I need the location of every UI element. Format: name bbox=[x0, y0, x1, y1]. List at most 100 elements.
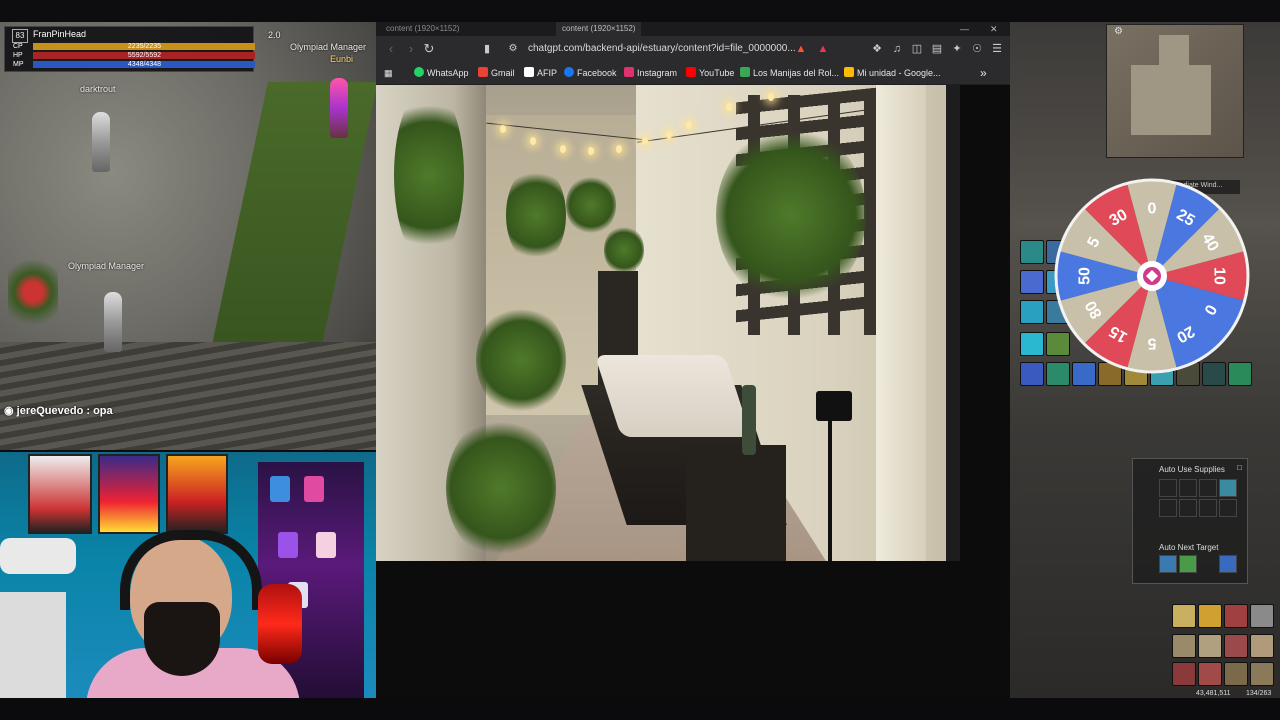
forward-icon[interactable]: › bbox=[402, 40, 420, 58]
supply-slot[interactable] bbox=[1219, 499, 1237, 517]
player-level: 83 bbox=[12, 29, 28, 43]
npc-label-darktrout: darktrout bbox=[80, 84, 116, 94]
hp-bar-value: 5592/5592 bbox=[127, 52, 161, 59]
game-viewport-left[interactable] bbox=[0, 22, 376, 450]
level-indicator: 2.0 bbox=[268, 30, 281, 40]
streamer-beard bbox=[144, 602, 220, 676]
skill-slot[interactable] bbox=[1020, 300, 1044, 324]
npc-eunbi[interactable] bbox=[330, 78, 348, 138]
flower-bed bbox=[8, 252, 58, 332]
vpn-icon[interactable]: ☉ bbox=[970, 42, 984, 56]
extensions-icon[interactable]: ❖ bbox=[870, 42, 884, 56]
minimize-icon[interactable]: — bbox=[960, 22, 969, 36]
menu-icon[interactable]: ☰ bbox=[990, 42, 1004, 56]
supply-slot[interactable] bbox=[1179, 499, 1197, 517]
menu-slot-icon[interactable] bbox=[1224, 634, 1248, 658]
brave-shield-icon[interactable]: ▲ bbox=[794, 42, 808, 56]
lamp bbox=[0, 538, 76, 574]
wheel-segment-label: 10 bbox=[1210, 267, 1227, 285]
apps-icon[interactable]: ▦ bbox=[384, 66, 393, 80]
supply-slot[interactable] bbox=[1179, 479, 1197, 497]
npc-darktrout[interactable] bbox=[92, 112, 110, 172]
player-status-panel: 83 FranPinHead CP 2235/2235 HP 5592/5592… bbox=[4, 26, 255, 72]
url-text[interactable]: chatgpt.com/backend-api/estuary/content?… bbox=[528, 43, 796, 54]
menu-slot-icon[interactable] bbox=[1198, 662, 1222, 686]
bookmarks-bar: ▦ WhatsApp Gmail AFIP Facebook Instagram… bbox=[376, 62, 1010, 85]
bookmark-instagram[interactable]: Instagram bbox=[624, 66, 677, 80]
skill-slot[interactable] bbox=[1020, 240, 1044, 264]
bookmark-mi-unidad[interactable]: Mi unidad - Google... bbox=[844, 66, 941, 80]
shop-icon[interactable] bbox=[1224, 604, 1248, 628]
sidebar-icon[interactable]: ◫ bbox=[910, 42, 924, 56]
prize-wheel[interactable]: 2540100205158050530 0 bbox=[1054, 178, 1250, 374]
tab-strip: content (1920×1152) content (1920×1152) … bbox=[376, 22, 1010, 36]
auto-use-title: Auto Use Supplies bbox=[1159, 465, 1225, 474]
headphones bbox=[120, 530, 262, 610]
hp-bar-label: HP bbox=[13, 52, 23, 59]
menu-slot-icon[interactable] bbox=[1198, 634, 1222, 658]
supply-slot[interactable] bbox=[1219, 479, 1237, 497]
target-slot[interactable] bbox=[1219, 555, 1237, 573]
reload-icon[interactable]: ↻ bbox=[420, 40, 438, 58]
menu-slot-icon[interactable] bbox=[1172, 662, 1196, 686]
tab-content-1[interactable]: content (1920×1152) bbox=[380, 22, 465, 36]
minimap-settings-icon[interactable]: ⚙ bbox=[1114, 26, 1123, 37]
leo-icon[interactable]: ✦ bbox=[950, 42, 964, 56]
npc-knight[interactable] bbox=[104, 292, 122, 352]
chat-icon: ◉ bbox=[4, 405, 14, 417]
wallet-icon[interactable]: ▤ bbox=[930, 42, 944, 56]
cp-bar-value: 2235/2235 bbox=[127, 43, 161, 50]
wheel-segment-label: 5 bbox=[1147, 334, 1156, 351]
auto-target-title: Auto Next Target bbox=[1159, 543, 1219, 552]
wheel-segment-label: 50 bbox=[1077, 267, 1094, 285]
bookmark-los-manijas[interactable]: Los Manijas del Rol... bbox=[740, 66, 839, 80]
chat-text: jereQuevedo : opa bbox=[16, 405, 113, 417]
menu-slot-icon[interactable] bbox=[1224, 662, 1248, 686]
back-icon[interactable]: ‹ bbox=[382, 40, 400, 58]
supply-slot[interactable] bbox=[1199, 479, 1217, 497]
supply-slot[interactable] bbox=[1159, 479, 1177, 497]
poster-it bbox=[28, 454, 92, 534]
navigation-bar: ‹ › ↻ ▮ ⚙ chatgpt.com/backend-api/estuar… bbox=[376, 36, 1010, 62]
target-slot[interactable] bbox=[1159, 555, 1177, 573]
minimap[interactable] bbox=[1106, 24, 1244, 158]
mp-bar-value: 4348/4348 bbox=[127, 61, 161, 68]
poster-ghost bbox=[166, 454, 228, 534]
bookmark-whatsapp[interactable]: WhatsApp bbox=[414, 66, 469, 80]
media-icon[interactable]: ♫ bbox=[890, 42, 904, 56]
skill-slot[interactable] bbox=[1020, 332, 1044, 356]
clan-icon[interactable] bbox=[1198, 604, 1222, 628]
settings-icon[interactable] bbox=[1250, 604, 1274, 628]
npc-label-olympiad-manager: Olympiad Manager bbox=[68, 261, 145, 271]
page-content bbox=[376, 85, 1010, 698]
bookmark-gmail[interactable]: Gmail bbox=[478, 66, 515, 80]
brave-rewards-icon[interactable]: ▲ bbox=[816, 42, 830, 56]
bookmark-facebook[interactable]: Facebook bbox=[564, 66, 617, 80]
menu-slot-icon[interactable] bbox=[1250, 662, 1274, 686]
more-bookmarks-icon[interactable]: » bbox=[980, 66, 987, 80]
mail-icon[interactable] bbox=[1172, 604, 1196, 628]
menu-slot-icon[interactable] bbox=[1172, 634, 1196, 658]
player-name: FranPinHead bbox=[33, 29, 87, 39]
target-slot[interactable] bbox=[1179, 555, 1197, 573]
skill-slot[interactable] bbox=[1020, 362, 1044, 386]
panel-close-icon[interactable]: □ bbox=[1237, 463, 1242, 472]
stream-status-strip bbox=[0, 698, 1280, 720]
cp-bar-label: CP bbox=[13, 43, 23, 50]
skill-slot[interactable] bbox=[1020, 270, 1044, 294]
tab-content-2[interactable]: content (1920×1152) bbox=[556, 22, 642, 36]
grass-strip bbox=[204, 82, 376, 382]
bookmark-youtube[interactable]: YouTube bbox=[686, 66, 734, 80]
menu-slot-icon[interactable] bbox=[1250, 634, 1274, 658]
webcam-feed bbox=[0, 452, 376, 720]
close-icon[interactable]: ✕ bbox=[990, 22, 998, 36]
bookmark-afip[interactable]: AFIP bbox=[524, 66, 557, 80]
supply-slot[interactable] bbox=[1199, 499, 1217, 517]
inventory-counter: 134/263 bbox=[1246, 690, 1272, 697]
cp-bar: CP 2235/2235 bbox=[11, 43, 255, 50]
patio-image[interactable] bbox=[376, 85, 960, 561]
bookmark-icon[interactable]: ▮ bbox=[478, 40, 496, 58]
mp-bar-label: MP bbox=[13, 61, 24, 68]
chat-message: ◉ jereQuevedo : opa bbox=[4, 404, 113, 417]
supply-slot[interactable] bbox=[1159, 499, 1177, 517]
